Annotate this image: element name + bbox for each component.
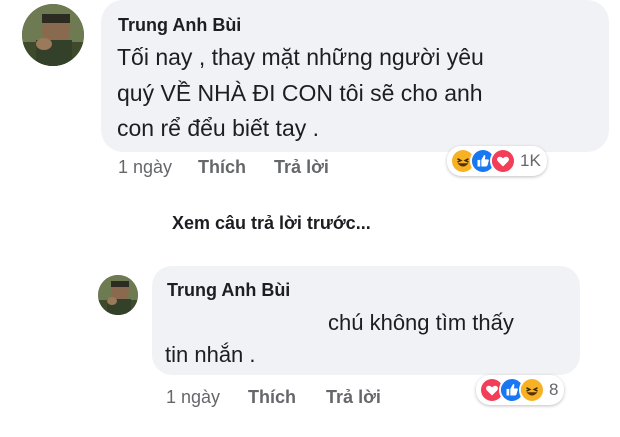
reaction-summary[interactable]: 8 xyxy=(476,375,565,405)
comment-actions: 1 ngày Thích Trả lời xyxy=(118,157,329,178)
reply-link[interactable]: Trả lời xyxy=(326,387,381,408)
comment-text-line-3: con rể đểu biết tay . xyxy=(117,115,320,141)
reply-text-line-2: tin nhắn . xyxy=(165,342,256,367)
reply-actions: 1 ngày Thích Trả lời xyxy=(166,387,381,408)
reaction-summary[interactable]: 1K xyxy=(447,146,547,176)
avatar[interactable] xyxy=(22,4,84,66)
like-link[interactable]: Thích xyxy=(198,157,246,178)
reaction-count[interactable]: 1K xyxy=(520,151,541,171)
reply-text-line-1: chú không tìm thấy xyxy=(328,310,514,335)
reply-author[interactable]: Trung Anh Bùi xyxy=(167,280,290,301)
comment-text-line-2: quý VỀ NHÀ ĐI CON tôi sẽ cho anh xyxy=(117,80,483,106)
comment-text-line-1: Tối nay , thay mặt những người yêu xyxy=(117,44,484,70)
haha-icon xyxy=(519,377,545,403)
reply-link[interactable]: Trả lời xyxy=(274,157,329,178)
comment-author[interactable]: Trung Anh Bùi xyxy=(118,15,241,36)
avatar[interactable] xyxy=(98,275,138,315)
comment-time[interactable]: 1 ngày xyxy=(118,157,172,178)
like-link[interactable]: Thích xyxy=(248,387,296,408)
view-previous-replies-link[interactable]: Xem câu trả lời trước... xyxy=(172,213,371,234)
reply-time[interactable]: 1 ngày xyxy=(166,387,220,408)
reaction-count[interactable]: 8 xyxy=(549,380,558,400)
love-icon xyxy=(490,148,516,174)
